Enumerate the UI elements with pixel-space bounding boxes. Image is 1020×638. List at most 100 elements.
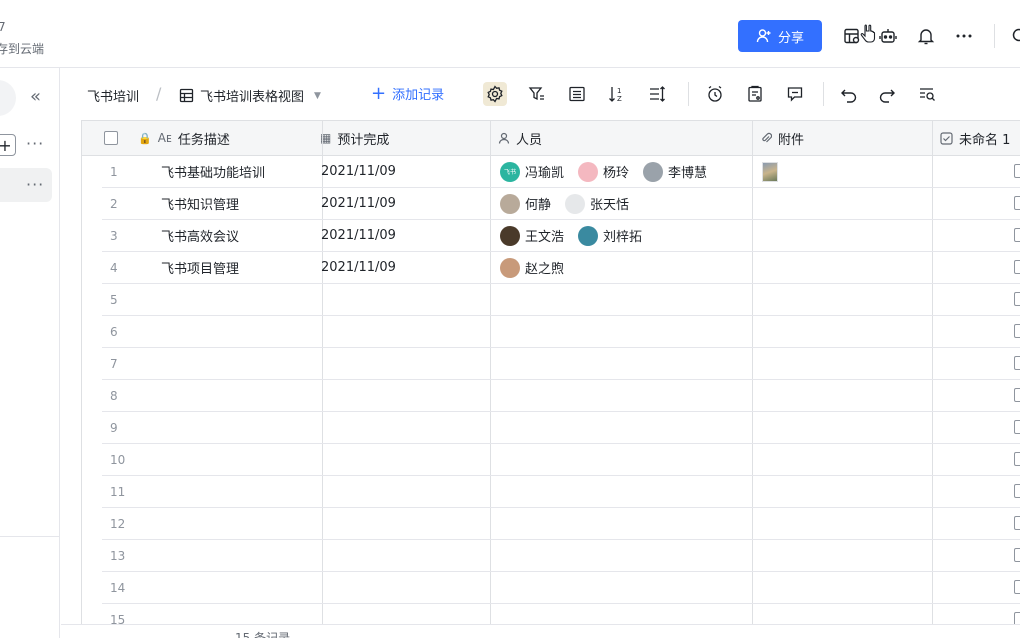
person-chip[interactable]: 何静 xyxy=(500,193,551,214)
bell-icon[interactable] xyxy=(914,24,938,48)
date-cell[interactable]: 2021/11/09 xyxy=(321,188,487,219)
form-icon[interactable] xyxy=(743,82,767,106)
task-cell[interactable]: 飞书高效会议 xyxy=(161,220,319,251)
attachment-cell[interactable] xyxy=(762,444,932,475)
breadcrumb-root[interactable]: 飞书培训 xyxy=(87,86,139,105)
row-checkbox[interactable] xyxy=(1014,260,1020,274)
attachment-cell[interactable] xyxy=(762,412,932,443)
row-checkbox[interactable] xyxy=(1014,548,1020,562)
robot-icon[interactable] xyxy=(876,24,900,48)
task-cell[interactable]: 飞书项目管理 xyxy=(161,252,319,283)
person-chip[interactable]: 王文浩 xyxy=(500,225,564,246)
filter-icon[interactable] xyxy=(525,82,549,106)
task-cell[interactable] xyxy=(161,476,319,507)
person-chip[interactable]: 刘梓拓 xyxy=(578,225,642,246)
task-cell[interactable] xyxy=(161,444,319,475)
view-selector[interactable]: 飞书培训表格视图 ▼ xyxy=(179,86,321,105)
attachment-cell[interactable] xyxy=(762,220,932,251)
task-cell[interactable] xyxy=(161,412,319,443)
column-header-attachment[interactable]: 附件 xyxy=(760,120,930,156)
table-row[interactable]: 4 飞书项目管理 2021/11/09 赵之煦 xyxy=(102,252,1020,284)
date-cell[interactable] xyxy=(321,316,487,347)
row-checkbox[interactable] xyxy=(1014,516,1020,530)
workspace-avatar[interactable] xyxy=(0,80,16,116)
attachment-cell[interactable] xyxy=(762,156,932,187)
table-row[interactable]: 13 xyxy=(102,540,1020,572)
people-cell[interactable] xyxy=(500,284,758,315)
table-row[interactable]: 2 飞书知识管理 2021/11/09 何静 张天恬 xyxy=(102,188,1020,220)
row-checkbox[interactable] xyxy=(1014,420,1020,434)
person-chip[interactable]: 赵之煦 xyxy=(500,257,564,278)
table-row[interactable]: 3 飞书高效会议 2021/11/09 王文浩 刘梓拓 xyxy=(102,220,1020,252)
attachment-thumbnail[interactable] xyxy=(762,161,778,182)
row-checkbox[interactable] xyxy=(1014,356,1020,370)
task-cell[interactable] xyxy=(161,508,319,539)
task-cell[interactable] xyxy=(161,540,319,571)
task-cell[interactable] xyxy=(161,316,319,347)
people-cell[interactable] xyxy=(500,412,758,443)
attachment-cell[interactable] xyxy=(762,316,932,347)
task-cell[interactable] xyxy=(161,284,319,315)
column-header-date[interactable]: ▦ 预计完成 xyxy=(320,120,488,156)
table-row[interactable]: 5 xyxy=(102,284,1020,316)
people-cell[interactable]: 王文浩 刘梓拓 xyxy=(500,220,758,251)
task-cell[interactable] xyxy=(161,380,319,411)
row-checkbox[interactable] xyxy=(1014,388,1020,402)
table-row[interactable]: 12 xyxy=(102,508,1020,540)
comment-icon[interactable] xyxy=(783,82,807,106)
people-cell[interactable] xyxy=(500,444,758,475)
attachment-cell[interactable] xyxy=(762,572,932,603)
sidebar-item-active-table[interactable]: ··· xyxy=(0,168,52,202)
task-cell[interactable] xyxy=(161,572,319,603)
table-row[interactable]: 6 xyxy=(102,316,1020,348)
redo-icon[interactable] xyxy=(875,82,899,106)
row-checkbox[interactable] xyxy=(1014,292,1020,306)
person-chip[interactable]: 杨玲 xyxy=(578,161,629,182)
attachment-cell[interactable] xyxy=(762,284,932,315)
people-cell[interactable] xyxy=(500,316,758,347)
table-row[interactable]: 9 xyxy=(102,412,1020,444)
table-row[interactable]: 10 xyxy=(102,444,1020,476)
date-cell[interactable] xyxy=(321,572,487,603)
settings-gear-icon[interactable] xyxy=(483,82,507,106)
more-icon[interactable]: ··· xyxy=(26,134,44,153)
row-checkbox[interactable] xyxy=(1014,484,1020,498)
people-cell[interactable] xyxy=(500,540,758,571)
find-icon[interactable] xyxy=(915,82,939,106)
date-cell[interactable] xyxy=(321,540,487,571)
date-cell[interactable] xyxy=(321,412,487,443)
people-cell[interactable] xyxy=(500,380,758,411)
date-cell[interactable] xyxy=(321,284,487,315)
row-checkbox[interactable] xyxy=(1014,324,1020,338)
date-cell[interactable] xyxy=(321,348,487,379)
group-list-icon[interactable] xyxy=(565,82,589,106)
attachment-cell[interactable] xyxy=(762,380,932,411)
row-height-icon[interactable] xyxy=(645,82,669,106)
date-cell[interactable]: 2021/11/09 xyxy=(321,220,487,251)
add-table-button[interactable]: + xyxy=(0,134,16,156)
attachment-cell[interactable] xyxy=(762,476,932,507)
alarm-clock-icon[interactable] xyxy=(703,82,727,106)
person-chip[interactable]: 张天恬 xyxy=(565,193,629,214)
people-cell[interactable]: 飞书 冯瑜凯 杨玲 李博慧 xyxy=(500,156,758,187)
attachment-cell[interactable] xyxy=(762,348,932,379)
table-row[interactable]: 7 xyxy=(102,348,1020,380)
attachment-cell[interactable] xyxy=(762,508,932,539)
table-row[interactable]: 1 飞书基础功能培训 2021/11/09 飞书 冯瑜凯 杨玲 李博慧 xyxy=(102,156,1020,188)
task-cell[interactable] xyxy=(161,348,319,379)
undo-icon[interactable] xyxy=(837,82,861,106)
task-cell[interactable]: 飞书基础功能培训 xyxy=(161,156,319,187)
table-row[interactable]: 11 xyxy=(102,476,1020,508)
search-icon[interactable] xyxy=(1008,24,1020,48)
column-header-checkbox[interactable]: 未命名 1 xyxy=(940,120,1020,156)
people-cell[interactable]: 赵之煦 xyxy=(500,252,758,283)
more-icon[interactable] xyxy=(952,24,976,48)
add-record-button[interactable]: + 添加记录 xyxy=(371,84,444,103)
column-header-task[interactable]: 🔒 Aᴇ 任务描述 xyxy=(138,120,318,156)
attachment-cell[interactable] xyxy=(762,188,932,219)
date-cell[interactable] xyxy=(321,380,487,411)
row-checkbox[interactable] xyxy=(1014,228,1020,242)
people-cell[interactable] xyxy=(500,508,758,539)
table-row[interactable]: 14 xyxy=(102,572,1020,604)
people-cell[interactable] xyxy=(500,572,758,603)
